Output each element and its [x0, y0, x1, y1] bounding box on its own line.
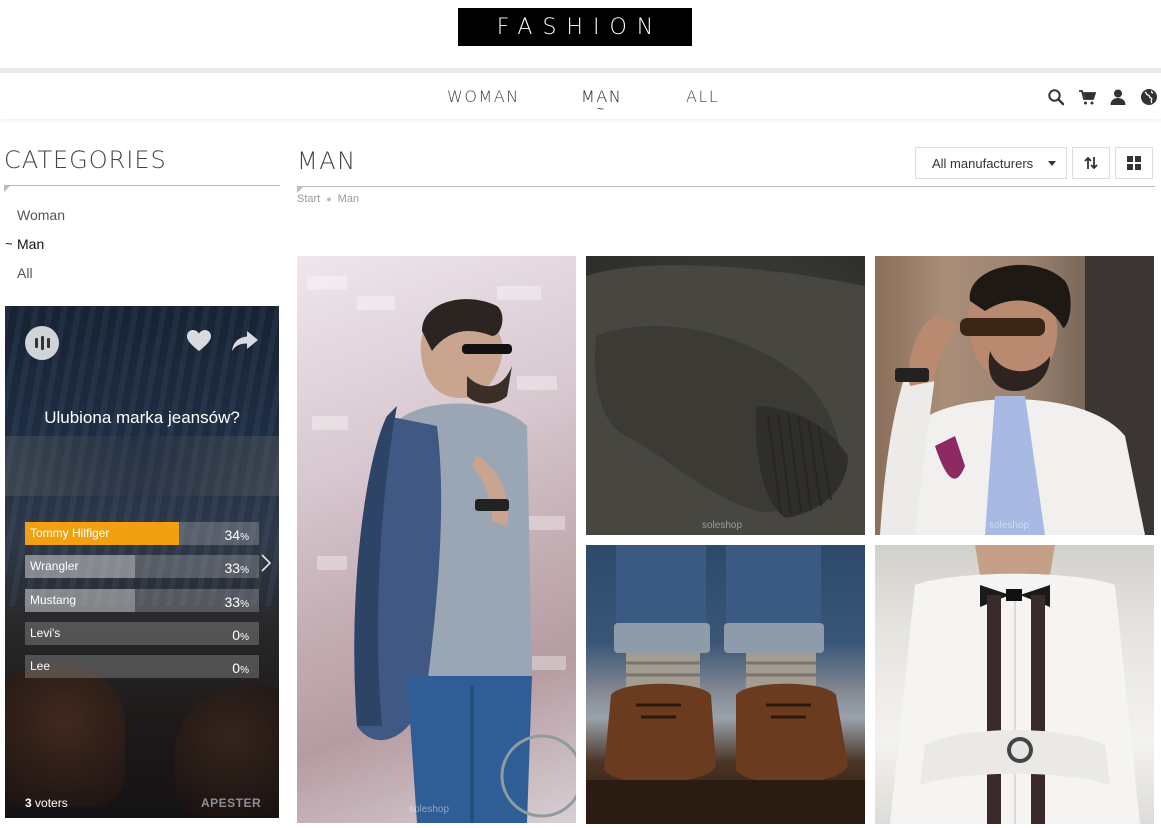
poll-option-percent-sign: % [240, 532, 249, 543]
category-man[interactable]: Man [17, 236, 44, 252]
category-woman[interactable]: Woman [17, 207, 65, 223]
product-image [586, 265, 865, 535]
categories-title: CATEGORIES [4, 146, 167, 174]
product-image [880, 256, 1154, 535]
page-title: MAN [297, 147, 357, 175]
poll-option-percent-sign: % [240, 665, 249, 676]
manufacturer-select[interactable]: All manufacturers [915, 147, 1067, 179]
poll-option-percent: 0% [232, 627, 249, 643]
poll-option-percent-value: 33 [224, 560, 241, 576]
nav-active-marker: ~ [597, 102, 605, 116]
poll-voters-count: 3 [25, 796, 32, 810]
watermark: soleshop [989, 520, 1030, 531]
globe-icon[interactable] [1140, 88, 1158, 106]
product-tile-man-blazer[interactable]: soleshop [297, 256, 576, 823]
title-divider [297, 186, 1155, 187]
categories-divider-notch [4, 186, 10, 192]
poll-option-percent: 33% [225, 594, 249, 610]
breadcrumb: Start ● Man [297, 193, 359, 205]
share-icon[interactable] [231, 329, 259, 353]
category-active-marker: ~ [5, 236, 13, 251]
poll-option-percent-value: 33 [224, 594, 241, 610]
caret-down-icon [1048, 161, 1056, 166]
breadcrumb-start[interactable]: Start [297, 193, 320, 205]
poll-option-percent: 34% [225, 527, 249, 543]
apester-logo-icon[interactable] [25, 326, 59, 360]
watermark: soleshop [702, 520, 743, 531]
breadcrumb-separator: ● [326, 194, 332, 204]
product-tile-white-blazer[interactable]: soleshop [875, 256, 1154, 535]
poll-option-percent-sign: % [240, 565, 249, 576]
heart-icon[interactable] [186, 329, 212, 353]
poll-option[interactable]: Levi's 0% [25, 622, 259, 645]
watermark: soleshop [409, 804, 450, 815]
poll-voters: 3 voters [25, 796, 68, 810]
poll-voters-label: voters [35, 796, 68, 810]
breadcrumb-man[interactable]: Man [338, 193, 359, 205]
grid-view-button[interactable] [1115, 147, 1153, 179]
search-icon[interactable] [1047, 88, 1065, 106]
poll-option-label: Tommy Hilfiger [30, 526, 110, 540]
product-tile-bowtie-shirt[interactable] [875, 545, 1154, 824]
product-tile-brogue-shoes[interactable] [586, 545, 865, 824]
header: FASHION [0, 0, 1161, 68]
product-image [890, 545, 1140, 824]
poll-option-percent-sign: % [240, 632, 249, 643]
nav-item-woman[interactable]: WOMAN [447, 87, 520, 106]
chevron-right-icon[interactable] [259, 552, 273, 574]
poll-option[interactable]: Tommy Hilfiger 34% [25, 522, 259, 545]
poll-option-label: Lee [30, 659, 51, 673]
product-image [586, 545, 865, 824]
sort-icon [1084, 156, 1098, 170]
sort-button[interactable] [1072, 147, 1110, 179]
poll-option-percent-value: 34 [224, 527, 241, 543]
category-all[interactable]: All [17, 265, 33, 281]
poll-option-percent: 0% [232, 660, 249, 676]
poll-option[interactable]: Mustang 33% [25, 589, 259, 612]
poll-option-label: Wrangler [30, 559, 79, 573]
poll-option-percent: 33% [225, 560, 249, 576]
poll-brand[interactable]: APESTER [201, 796, 261, 810]
poll-widget: Ulubiona marka jeansów? Tommy Hilfiger 34… [5, 306, 279, 818]
poll-option-label: Levi's [30, 626, 61, 640]
cart-icon[interactable] [1078, 88, 1096, 106]
poll-option[interactable]: Lee 0% [25, 655, 259, 678]
product-image [307, 276, 576, 823]
categories-divider [4, 185, 280, 186]
poll-question: Ulubiona marka jeansów? [44, 408, 240, 427]
grid-icon [1127, 156, 1141, 170]
main-nav: WOMAN MAN ~ ALL [0, 73, 1161, 119]
logo[interactable]: FASHION [458, 8, 692, 46]
product-tile-knit-sweater[interactable]: soleshop [586, 256, 865, 535]
poll-option[interactable]: Wrangler 33% [25, 555, 259, 578]
user-icon[interactable] [1109, 88, 1127, 106]
manufacturer-select-value: All manufacturers [932, 156, 1034, 171]
poll-option-percent-value: 0 [232, 660, 241, 676]
nav-item-all[interactable]: ALL [686, 87, 719, 106]
poll-option-percent-sign: % [240, 599, 249, 610]
poll-option-percent-value: 0 [232, 627, 241, 643]
poll-option-label: Mustang [30, 593, 77, 607]
